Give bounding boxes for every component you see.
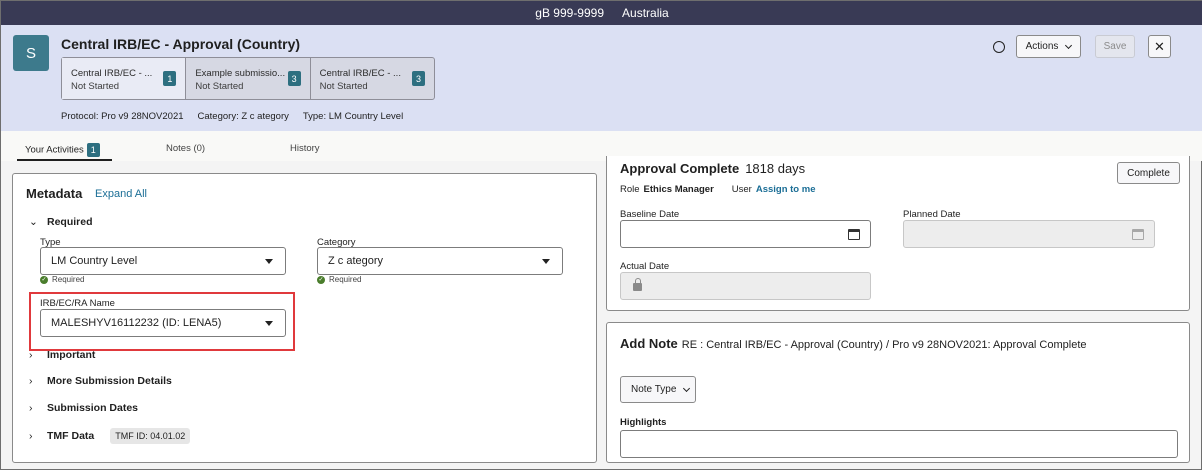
highlights-label: Highlights <box>620 417 667 428</box>
required-text: Required <box>52 275 85 284</box>
section-label: TMF Data <box>47 430 95 442</box>
step-count-badge: 3 <box>411 71 425 86</box>
actual-date-label: Actual Date <box>620 261 670 272</box>
chevron-right-icon: › <box>29 375 33 387</box>
category-text: Category: Z c ategory <box>197 111 289 122</box>
section-label: Required <box>47 216 93 228</box>
type-required-note: ✓ Required <box>40 275 84 284</box>
actions-label: Actions <box>1025 41 1059 52</box>
section-more-submission-details[interactable]: › More Submission Details <box>29 375 172 387</box>
tab-label: Your Activities <box>25 144 84 156</box>
step-count-badge: 3 <box>287 71 301 86</box>
irb-select[interactable]: MALESHYV16112232 (ID: LENA5) <box>40 309 286 337</box>
workflow-steps: Central IRB/EC - ... Not Started 1 Examp… <box>61 57 435 100</box>
assign-to-me-link[interactable]: Assign to me <box>756 184 816 195</box>
status-circle-icon <box>993 41 1005 53</box>
chevron-right-icon: › <box>29 402 33 414</box>
section-required[interactable]: ⌄ Required <box>29 216 93 228</box>
caret-down-icon <box>542 259 550 264</box>
add-note-panel: Add Note RE : Central IRB/EC - Approval (… <box>606 322 1190 463</box>
section-tmf-data[interactable]: › TMF Data TMF ID: 04.01.02 <box>29 428 191 444</box>
caret-down-icon <box>265 259 273 264</box>
calendar-icon[interactable] <box>848 229 860 240</box>
baseline-date-input[interactable] <box>620 220 871 248</box>
metadata-title: Metadata <box>26 186 83 201</box>
tab-your-activities[interactable]: Your Activities 1 <box>25 143 100 157</box>
section-label: More Submission Details <box>47 375 172 387</box>
actions-button[interactable]: Actions <box>1016 35 1081 58</box>
user-label: User <box>731 184 752 195</box>
type-select[interactable]: LM Country Level <box>40 247 286 275</box>
chevron-down-icon <box>683 384 691 392</box>
chevron-down-icon: ⌄ <box>29 216 38 228</box>
caret-down-icon <box>265 321 273 326</box>
active-tab-indicator <box>17 159 112 161</box>
role-value: Ethics Manager <box>643 184 714 195</box>
workflow-step-3[interactable]: Central IRB/EC - ... Not Started 3 <box>311 58 434 99</box>
app-logo: S <box>13 35 49 71</box>
step-count-badge: 1 <box>163 71 177 86</box>
type-text: Type: LM Country Level <box>302 111 404 122</box>
planned-date-label: Planned Date <box>903 209 961 220</box>
section-label: Important <box>47 349 96 361</box>
irb-value: MALESHYV16112232 (ID: LENA5) <box>51 317 222 329</box>
top-bar: gB 999-9999 Australia <box>1 1 1202 25</box>
planned-date-input <box>903 220 1155 248</box>
expand-all-link[interactable]: Expand All <box>95 188 147 200</box>
page-header: S Central IRB/EC - Approval (Country) Ce… <box>1 25 1202 131</box>
section-submission-dates[interactable]: › Submission Dates <box>29 402 138 414</box>
lock-icon <box>633 278 642 291</box>
org-id: gB 999-9999 <box>535 6 605 20</box>
calendar-icon <box>1132 229 1144 240</box>
note-type-label: Note Type <box>631 384 677 395</box>
actual-date-input <box>620 272 871 300</box>
add-note-title-text: Add Note <box>620 336 678 351</box>
check-icon: ✓ <box>317 275 325 284</box>
tab-count-badge: 1 <box>86 143 100 157</box>
baseline-date-label: Baseline Date <box>620 209 680 220</box>
category-select[interactable]: Z c ategory <box>317 247 563 275</box>
section-important[interactable]: › Important <box>29 349 95 361</box>
complete-button[interactable]: Complete <box>1117 162 1180 184</box>
section-label: Submission Dates <box>47 402 139 414</box>
check-icon: ✓ <box>40 275 48 284</box>
add-note-subtitle: RE : Central IRB/EC - Approval (Country)… <box>681 339 1087 351</box>
workflow-step-1[interactable]: Central IRB/EC - ... Not Started 1 <box>62 58 187 99</box>
tmf-id-badge: TMF ID: 04.01.02 <box>110 428 191 444</box>
workflow-step-2[interactable]: Example submissio... Not Started 3 <box>186 58 311 99</box>
role-line: Role Ethics Manager User Assign to me <box>620 184 815 195</box>
approval-title: Approval Complete 1818 days <box>620 161 805 176</box>
approval-days: 1818 days <box>745 161 806 176</box>
save-button[interactable]: Save <box>1095 35 1135 58</box>
chevron-down-icon <box>1065 41 1073 49</box>
header-meta: Protocol: Pro v9 28NOV2021 Category: Z c… <box>61 111 403 122</box>
add-note-title: Add Note RE : Central IRB/EC - Approval (… <box>620 336 1087 351</box>
protocol-text: Protocol: Pro v9 28NOV2021 <box>61 111 184 122</box>
metadata-panel: Metadata Expand All ⌄ Required Type LM C… <box>12 173 597 463</box>
region-label: Australia <box>622 6 669 20</box>
category-required-note: ✓ Required <box>317 275 361 284</box>
type-value: LM Country Level <box>51 255 138 267</box>
required-text: Required <box>329 275 362 284</box>
tab-history[interactable]: History <box>290 143 320 154</box>
approval-panel: Approval Complete 1818 days Role Ethics M… <box>606 156 1190 311</box>
chevron-right-icon: › <box>29 430 33 442</box>
close-button[interactable]: ✕ <box>1148 35 1171 58</box>
tab-notes[interactable]: Notes (0) <box>166 143 205 154</box>
category-value: Z c ategory <box>328 255 384 267</box>
page-title: Central IRB/EC - Approval (Country) <box>61 36 301 52</box>
highlights-input[interactable] <box>620 430 1178 458</box>
chevron-right-icon: › <box>29 349 33 361</box>
note-type-button[interactable]: Note Type <box>620 376 696 403</box>
approval-title-text: Approval Complete <box>620 161 740 176</box>
irb-label: IRB/EC/RA Name <box>40 298 115 309</box>
role-label: Role <box>620 184 640 195</box>
